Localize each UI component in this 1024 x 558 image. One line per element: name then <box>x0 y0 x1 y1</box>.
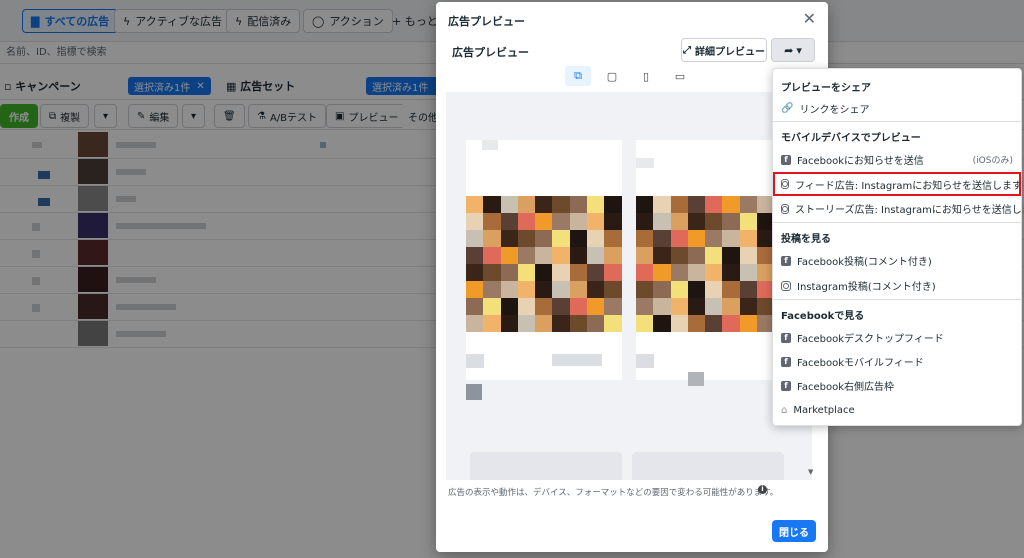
facebook-icon: f <box>781 255 791 266</box>
square-view-icon[interactable]: ▢ <box>599 66 625 86</box>
modal-subtitle: 広告プレビュー <box>452 46 529 59</box>
preview-card-right <box>636 140 792 386</box>
preview-card-left <box>466 140 622 380</box>
marketplace-icon: ⌂ <box>781 405 788 416</box>
instagram-icon <box>781 280 791 291</box>
menu-section-posts: 投稿を見る <box>781 234 831 245</box>
menu-item-fb-right[interactable]: f Facebook右側広告枠 <box>773 374 1021 397</box>
instagram-icon <box>781 179 789 189</box>
scroll-down-icon[interactable]: ▼ <box>808 468 813 476</box>
facebook-icon: f <box>781 356 791 367</box>
menu-item-ig-feed[interactable]: フィード広告: Instagramにお知らせを送信します <box>773 172 1022 196</box>
menu-item-ig-post[interactable]: Instagram投稿(コメント付き) <box>773 274 1021 297</box>
facebook-icon: f <box>781 380 791 391</box>
chevron-down-icon: ▾ <box>796 43 802 57</box>
device-selector: ⧉ ▢ ▯ ▭ <box>444 66 814 90</box>
facebook-icon: f <box>781 154 791 165</box>
facebook-icon: f <box>781 332 791 343</box>
menu-item-marketplace[interactable]: ⌂ Marketplace <box>773 399 1021 422</box>
menu-section-mobile: モバイルデバイスでプレビュー <box>781 133 921 144</box>
modal-title: 広告プレビュー <box>448 15 525 28</box>
detail-preview-button[interactable]: ⤢ 詳細プレビュー <box>681 38 767 62</box>
preview-cta-right <box>632 452 784 480</box>
menu-item-fb-desktop[interactable]: f Facebookデスクトップフィード <box>773 326 1021 349</box>
preview-cta-left <box>470 452 622 480</box>
ad-image-left <box>466 196 622 332</box>
ad-preview-modal: 広告プレビュー ✕ 広告プレビュー ⤢ 詳細プレビュー ➦ ▾ ⧉ ▢ ▯ ▭ … <box>436 2 828 552</box>
menu-section-share: プレビューをシェア <box>781 83 871 94</box>
phone-view-icon[interactable]: ▯ <box>633 66 659 86</box>
expand-icon: ⤢ <box>683 44 691 56</box>
landscape-view-icon[interactable]: ▭ <box>667 66 693 86</box>
ad-image-right <box>636 196 792 332</box>
menu-item-fb-post[interactable]: f Facebook投稿(コメント付き) <box>773 249 1021 272</box>
instagram-icon <box>781 203 789 214</box>
menu-item-ig-stories[interactable]: ストーリーズ広告: Instagramにお知らせを送信します <box>773 197 1024 220</box>
menu-item-fb-notify[interactable]: f Facebookにお知らせを送信 (iOSのみ) <box>773 148 1021 171</box>
close-icon[interactable]: ✕ <box>803 9 816 28</box>
share-arrow-icon: ➦ <box>784 43 794 57</box>
share-dropdown-menu: プレビューをシェア 🔗 リンクをシェア モバイルデバイスでプレビュー f Fac… <box>772 68 1024 426</box>
link-icon: 🔗 <box>781 103 794 114</box>
menu-item-fb-mobile[interactable]: f Facebookモバイルフィード <box>773 350 1021 373</box>
close-button[interactable]: 閉じる <box>772 520 816 542</box>
desktop-mobile-view-icon[interactable]: ⧉ <box>565 66 591 86</box>
menu-section-facebook: Facebookで見る <box>781 311 865 322</box>
preview-area <box>446 92 812 480</box>
disclaimer-text: 広告の表示や動作は、デバイス、フォーマットなどの要因で変わる可能性があります。 <box>448 488 779 498</box>
info-icon[interactable]: i <box>758 485 767 494</box>
share-dropdown-button[interactable]: ➦ ▾ <box>771 38 815 62</box>
menu-item-share-link[interactable]: 🔗 リンクをシェア <box>773 97 1021 120</box>
